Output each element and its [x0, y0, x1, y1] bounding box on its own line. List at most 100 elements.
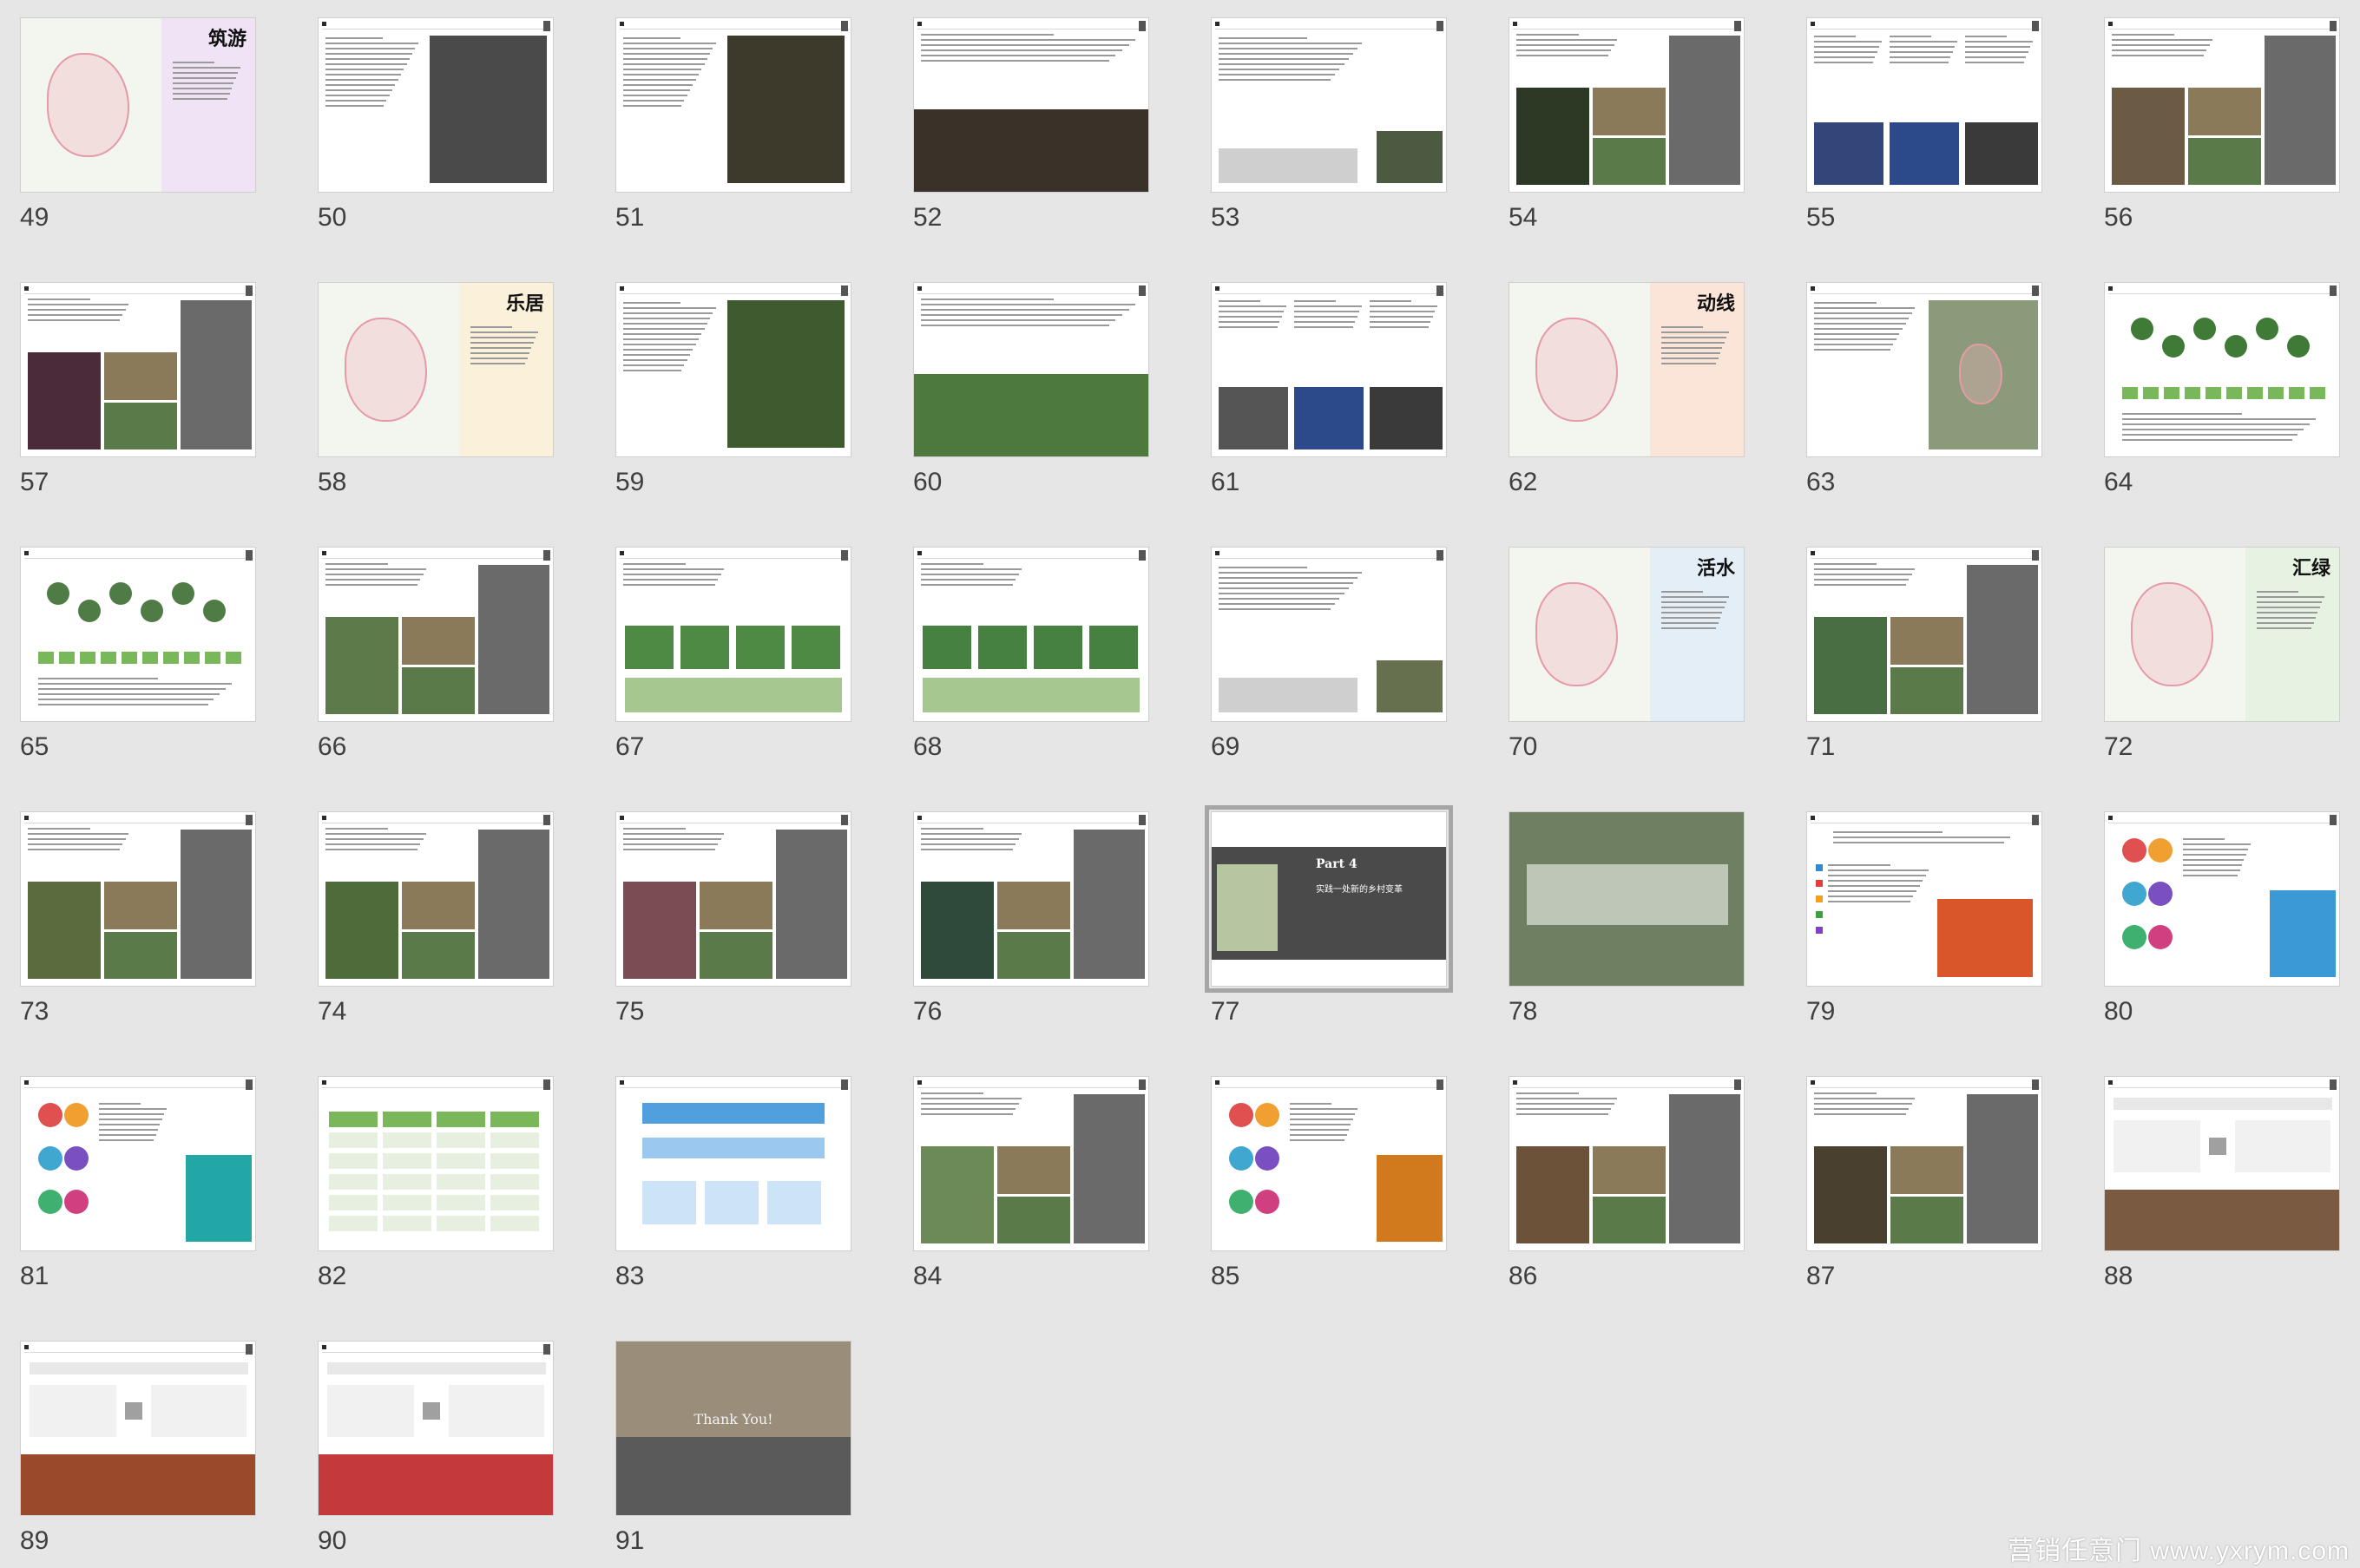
slide-image — [181, 830, 252, 979]
slide-thumbnail[interactable] — [1211, 547, 1447, 722]
slide-cell[interactable]: 60 — [893, 265, 1154, 516]
slide-thumbnail[interactable] — [1806, 282, 2042, 457]
slide-thumbnail[interactable] — [1806, 811, 2042, 987]
slide-thumbnail[interactable] — [2104, 17, 2340, 193]
slide-thumbnail[interactable] — [20, 1341, 256, 1516]
map-outline — [1535, 582, 1618, 686]
slide-cell[interactable]: 79 — [1786, 794, 2047, 1046]
slide-cell[interactable]: 74 — [298, 794, 558, 1046]
slide-cell[interactable]: 57 — [0, 265, 260, 516]
slide-thumbnail[interactable] — [615, 811, 851, 987]
slide-thumbnail[interactable] — [318, 17, 554, 193]
slide-header-rule — [620, 1087, 849, 1088]
slide-thumbnail[interactable] — [615, 547, 851, 722]
slide-cell[interactable]: 73 — [0, 794, 260, 1046]
text-block — [1219, 567, 1366, 613]
slide-cell[interactable]: 53 — [1191, 0, 1451, 252]
slide-cell[interactable]: 78 — [1489, 794, 1749, 1046]
slide-thumbnail[interactable]: Part 4 实践一处新的乡村变革 — [1205, 805, 1453, 993]
slide-image — [186, 1155, 252, 1242]
slide-thumbnail[interactable] — [913, 1076, 1149, 1251]
slide-cell[interactable]: 乐居 58 — [298, 265, 558, 516]
slide-thumbnail[interactable] — [2104, 811, 2340, 987]
slide-thumbnail[interactable] — [20, 1076, 256, 1251]
slide-cell[interactable]: 动线 62 — [1489, 265, 1749, 516]
slide-cell[interactable]: 筑游 49 — [0, 0, 260, 252]
slide-cell[interactable]: 89 — [0, 1323, 260, 1568]
slide-thumbnail[interactable] — [1806, 1076, 2042, 1251]
slide-cell[interactable]: 56 — [2084, 0, 2344, 252]
slide-thumbnail[interactable] — [20, 282, 256, 457]
slide-cell[interactable]: 80 — [2084, 794, 2344, 1046]
slide-caption — [1219, 148, 1357, 183]
table-cell — [383, 1195, 431, 1210]
slide-thumbnail[interactable] — [615, 282, 851, 457]
slide-cell[interactable]: 61 — [1191, 265, 1451, 516]
slide-cell[interactable]: 活水 70 — [1489, 529, 1749, 781]
slide-thumbnail[interactable] — [318, 1076, 554, 1251]
slide-thumbnail[interactable]: 乐居 — [318, 282, 554, 457]
slide-thumbnail[interactable]: Thank You! — [615, 1341, 851, 1516]
slide-cell[interactable]: 65 — [0, 529, 260, 781]
slide-number: 66 — [318, 732, 347, 761]
slide-cell[interactable]: 68 — [893, 529, 1154, 781]
slide-cell[interactable]: 50 — [298, 0, 558, 252]
section-drawing — [1089, 626, 1138, 669]
slide-cell[interactable]: 84 — [893, 1059, 1154, 1310]
slide-cell[interactable]: 54 — [1489, 0, 1749, 252]
slide-cell[interactable]: 83 — [595, 1059, 856, 1310]
category-circle — [64, 1103, 89, 1127]
slide-thumbnail[interactable] — [1509, 1076, 1745, 1251]
slide-thumbnail[interactable] — [2104, 282, 2340, 457]
slide-image — [1965, 122, 2038, 185]
slide-cell[interactable]: 82 — [298, 1059, 558, 1310]
slide-cell[interactable]: 55 — [1786, 0, 2047, 252]
slide-cell[interactable]: 69 — [1191, 529, 1451, 781]
slide-thumbnail[interactable]: 汇绿 — [2104, 547, 2340, 722]
slide-thumbnail[interactable] — [913, 282, 1149, 457]
slide-thumbnail[interactable] — [20, 811, 256, 987]
slide-thumbnail[interactable]: 动线 — [1509, 282, 1745, 457]
slide-thumbnail[interactable] — [1211, 17, 1447, 193]
slide-cell[interactable]: 87 — [1786, 1059, 2047, 1310]
slide-thumbnail[interactable] — [615, 17, 851, 193]
slide-cell[interactable]: 66 — [298, 529, 558, 781]
slide-cell[interactable]: 85 — [1191, 1059, 1451, 1310]
slide-cell[interactable]: 71 — [1786, 529, 2047, 781]
slide-thumbnail[interactable] — [615, 1076, 851, 1251]
slide-thumbnail[interactable] — [1211, 1076, 1447, 1251]
slide-thumbnail[interactable] — [913, 17, 1149, 193]
slide-cell[interactable]: Part 4 实践一处新的乡村变革 77 — [1191, 794, 1453, 1046]
slide-image — [2188, 138, 2261, 185]
slide-thumbnail[interactable] — [913, 811, 1149, 987]
slide-thumbnail[interactable] — [1806, 547, 2042, 722]
slide-cell[interactable]: 63 — [1786, 265, 2047, 516]
slide-thumbnail[interactable] — [318, 547, 554, 722]
slide-cell[interactable]: 88 — [2084, 1059, 2344, 1310]
slide-cell[interactable]: 90 — [298, 1323, 558, 1568]
slide-cell[interactable]: 81 — [0, 1059, 260, 1310]
slide-cell[interactable]: 76 — [893, 794, 1154, 1046]
slide-thumbnail[interactable] — [1211, 282, 1447, 457]
slide-cell[interactable]: 51 — [595, 0, 856, 252]
slide-thumbnail[interactable] — [20, 547, 256, 722]
slide-cell[interactable]: 52 — [893, 0, 1154, 252]
slide-cell[interactable]: 59 — [595, 265, 856, 516]
slide-image — [1377, 1155, 1443, 1242]
slide-thumbnail[interactable] — [1509, 811, 1745, 987]
slide-thumbnail[interactable] — [1806, 17, 2042, 193]
slide-cell[interactable]: 75 — [595, 794, 856, 1046]
slide-cell[interactable]: 汇绿 72 — [2084, 529, 2344, 781]
corner-logo-icon — [543, 21, 550, 31]
slide-thumbnail[interactable] — [318, 811, 554, 987]
slide-thumbnail[interactable] — [1509, 17, 1745, 193]
slide-thumbnail[interactable]: 筑游 — [20, 17, 256, 193]
slide-cell[interactable]: 67 — [595, 529, 856, 781]
slide-thumbnail[interactable] — [318, 1341, 554, 1516]
slide-cell[interactable]: 64 — [2084, 265, 2344, 516]
slide-thumbnail[interactable] — [913, 547, 1149, 722]
slide-thumbnail[interactable] — [2104, 1076, 2340, 1251]
slide-cell[interactable]: Thank You! 91 — [595, 1323, 856, 1568]
slide-cell[interactable]: 86 — [1489, 1059, 1749, 1310]
slide-thumbnail[interactable]: 活水 — [1509, 547, 1745, 722]
